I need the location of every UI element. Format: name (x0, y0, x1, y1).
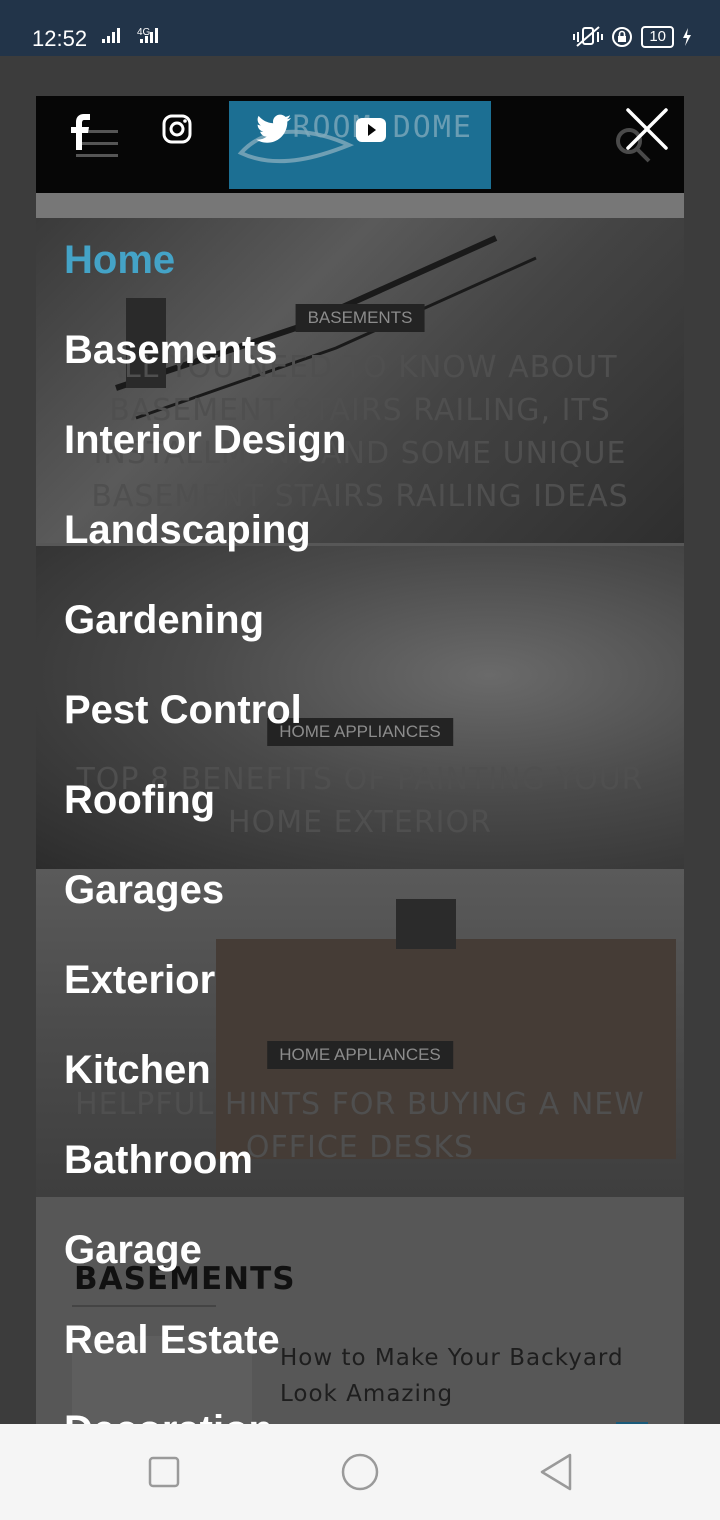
status-bar: 12:52 4G 10 (0, 0, 720, 56)
menu-item-garages[interactable]: Garages (64, 866, 224, 914)
instagram-icon[interactable] (162, 114, 192, 144)
status-time: 12:52 (32, 26, 88, 51)
menu-item-pest-control[interactable]: Pest Control (64, 686, 302, 734)
close-icon[interactable] (624, 106, 670, 152)
header-divider (36, 193, 684, 218)
twitter-icon[interactable] (256, 114, 292, 144)
post-title-link[interactable]: How to Make Your Backyard Look Amazing (280, 1340, 660, 1412)
signal-icon-2 (140, 28, 158, 43)
section-heading-underline (72, 1305, 216, 1307)
facebook-icon[interactable] (70, 114, 92, 150)
menu-item-basements[interactable]: Basements (64, 326, 277, 374)
menu-item-real-estate[interactable]: Real Estate (64, 1316, 280, 1364)
menu-item-garage[interactable]: Garage (64, 1226, 202, 1274)
signal-icon (102, 28, 120, 43)
menu-item-gardening[interactable]: Gardening (64, 596, 264, 644)
site-header: ROOM DOME (36, 96, 684, 193)
menu-item-landscaping[interactable]: Landscaping (64, 506, 311, 554)
menu-item-interior-design[interactable]: Interior Design (64, 416, 346, 464)
youtube-icon[interactable] (356, 118, 386, 142)
system-nav-bar (0, 1424, 720, 1520)
menu-item-exterior[interactable]: Exterior (64, 956, 215, 1004)
charging-icon (683, 28, 691, 46)
article-category[interactable]: HOME APPLIANCES (267, 1041, 453, 1069)
vibrate-icon (573, 26, 604, 47)
menu-item-roofing[interactable]: Roofing (64, 776, 215, 824)
home-icon[interactable] (340, 1452, 380, 1492)
lock-rotation-icon (612, 27, 633, 47)
menu-item-bathroom[interactable]: Bathroom (64, 1136, 253, 1184)
menu-item-kitchen[interactable]: Kitchen (64, 1046, 211, 1094)
status-icons: 10 (573, 26, 692, 48)
site-container: ROOM DOME BASEMENTS ALL YOU NEED TO KNOW… (36, 96, 684, 1424)
recents-icon[interactable] (148, 1456, 180, 1488)
battery-level: 10 (641, 26, 674, 48)
menu-item-home[interactable]: Home (64, 236, 175, 284)
article-category[interactable]: BASEMENTS (295, 304, 425, 332)
back-icon[interactable] (538, 1452, 574, 1492)
